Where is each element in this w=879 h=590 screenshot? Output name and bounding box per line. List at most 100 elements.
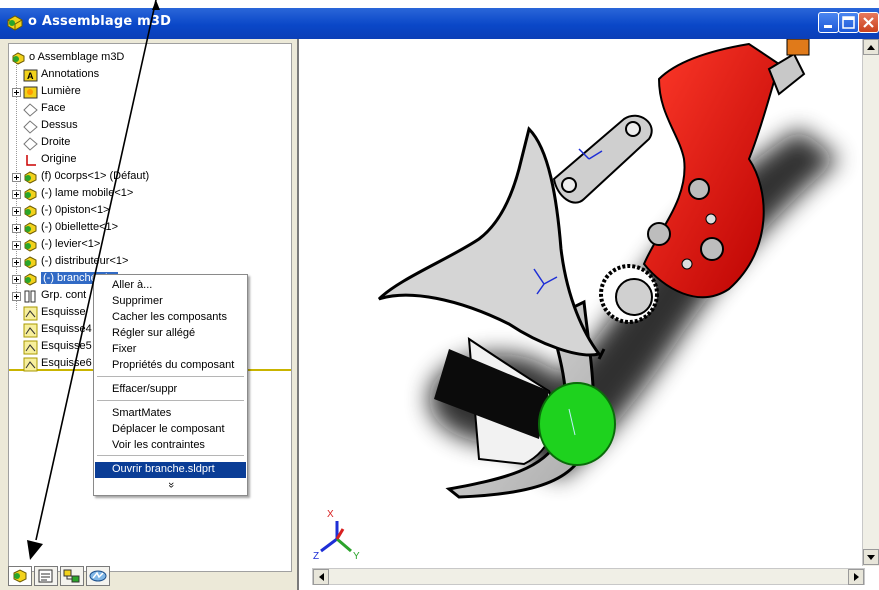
graphics-area[interactable]: X Y Z	[297, 39, 879, 590]
close-button[interactable]	[858, 12, 879, 33]
expand-toggle[interactable]	[12, 275, 21, 284]
tree-item[interactable]: A Annotations	[9, 67, 279, 84]
hex-nut	[615, 278, 653, 316]
dimxpert-icon	[89, 570, 107, 582]
context-menu-item[interactable]: Voir les contraintes	[95, 438, 246, 454]
minimize-button[interactable]	[818, 12, 839, 33]
pivot-pin	[561, 177, 577, 193]
tree-item-label: Esquisse6	[41, 357, 92, 369]
dimxpert-tab[interactable]	[86, 566, 110, 586]
tree-item[interactable]: (-) 0biellette<1>	[9, 220, 279, 237]
part-icon	[24, 205, 37, 218]
plane-icon	[23, 137, 38, 151]
scroll-right-button[interactable]	[848, 569, 864, 585]
context-menu-item[interactable]: Supprimer	[95, 294, 246, 310]
vertical-scrollbar[interactable]	[862, 39, 879, 566]
horizontal-scrollbar[interactable]	[312, 568, 865, 585]
context-menu-item[interactable]: SmartMates	[95, 406, 246, 422]
mobile-blade	[377, 126, 602, 357]
featuremanager-tab[interactable]	[8, 566, 32, 586]
sketch-icon	[23, 340, 38, 355]
title-bar: o Assemblage m3D	[0, 8, 879, 39]
context-menu-item[interactable]: Régler sur allégé	[95, 326, 246, 342]
part-icon	[24, 222, 37, 235]
propertymanager-tab[interactable]	[34, 566, 58, 586]
tree-item[interactable]: (-) 0piston<1>	[9, 203, 279, 220]
orange-cap	[786, 39, 810, 56]
menu-expand-more[interactable]: »	[95, 478, 246, 494]
scroll-down-button[interactable]	[863, 549, 879, 565]
tree-item[interactable]: (-) distributeur<1>	[9, 254, 279, 271]
expand-toggle[interactable]	[12, 258, 21, 267]
tree-item-label: Esquisse4	[41, 323, 92, 335]
tree-item[interactable]: Droite	[9, 135, 279, 152]
context-menu-item[interactable]: Aller à...	[95, 278, 246, 294]
arrow-up-icon	[867, 45, 875, 50]
menu-separator	[97, 376, 244, 378]
mates-icon	[24, 290, 36, 303]
tree-item-label: Dessus	[41, 119, 78, 131]
hex-screw	[647, 222, 671, 246]
tree-item-label: Droite	[41, 136, 71, 148]
part-icon	[24, 273, 37, 286]
context-menu-item[interactable]: Effacer/suppr	[95, 382, 246, 398]
triad-x-label: X	[327, 509, 334, 520]
featuremanager-icon	[13, 569, 27, 583]
tree-item-label: Esquisse	[41, 306, 86, 318]
tree-item-label: Origine	[41, 153, 77, 165]
menu-separator	[97, 455, 244, 457]
tree-item[interactable]: o Assemblage m3D	[9, 50, 279, 67]
plane-icon	[23, 120, 38, 134]
expand-toggle[interactable]	[12, 292, 21, 301]
annotations-icon: A	[23, 69, 38, 82]
origin-icon	[26, 155, 36, 166]
close-icon	[863, 17, 874, 28]
tree-item[interactable]: Lumière	[9, 84, 279, 101]
arrow-down-icon	[867, 555, 875, 560]
context-menu-item-label: Déplacer le composant	[112, 423, 225, 435]
tree-item[interactable]: Dessus	[9, 118, 279, 135]
light-icon	[23, 86, 38, 99]
tree-item-label: (-) 0biellette<1>	[41, 221, 119, 233]
model-viewport[interactable]: X Y Z	[299, 39, 862, 566]
part-icon	[24, 188, 37, 201]
context-menu-item-label: Fixer	[112, 343, 137, 355]
scroll-up-button[interactable]	[863, 39, 879, 55]
context-menu-item[interactable]: Cacher les composants	[95, 310, 246, 326]
triad-z-label: Z	[313, 551, 319, 562]
bottom-tabs	[8, 566, 148, 588]
expand-toggle[interactable]	[12, 224, 21, 233]
plane-icon	[23, 103, 38, 117]
maximize-icon	[842, 16, 855, 29]
tree-item[interactable]: (-) lame mobile<1>	[9, 186, 279, 203]
window-title: o Assemblage m3D	[28, 14, 172, 29]
expand-toggle[interactable]	[12, 207, 21, 216]
tree-item[interactable]: Origine	[9, 152, 279, 169]
propertymanager-icon	[38, 569, 53, 583]
context-menu-item[interactable]: Ouvrir branche.sldprt	[95, 462, 246, 478]
svg-text:A: A	[27, 71, 34, 81]
tree-item[interactable]: (f) 0corps<1> (Défaut)	[9, 169, 279, 186]
context-menu-item-label: Effacer/suppr	[112, 383, 178, 395]
tree-item-label: (-) levier<1>	[41, 238, 101, 250]
expand-toggle[interactable]	[12, 173, 21, 182]
tree-item-label: (-) distributeur<1>	[41, 255, 129, 267]
maximize-button[interactable]	[838, 12, 859, 33]
tree-item-label: Annotations	[41, 68, 100, 80]
context-menu-item[interactable]: Fixer	[95, 342, 246, 358]
scroll-left-button[interactable]	[313, 569, 329, 585]
context-menu-item[interactable]: Déplacer le composant	[95, 422, 246, 438]
expand-toggle[interactable]	[12, 190, 21, 199]
configurationmanager-tab[interactable]	[60, 566, 84, 586]
context-menu: Aller à... Supprimer Cacher les composants…	[93, 274, 248, 496]
tree-item[interactable]: Face	[9, 101, 279, 118]
tree-item[interactable]: (-) levier<1>	[9, 237, 279, 254]
context-menu-item-label: Régler sur allégé	[112, 327, 196, 339]
expand-toggle[interactable]	[12, 88, 21, 97]
arrow-left-icon	[319, 573, 324, 581]
tree-item-label: (f) 0corps<1> (Défaut)	[41, 170, 150, 182]
expand-toggle[interactable]	[12, 241, 21, 250]
small-screw	[705, 213, 717, 225]
part-icon	[24, 239, 37, 252]
context-menu-item[interactable]: Propriétés du composant	[95, 358, 246, 374]
